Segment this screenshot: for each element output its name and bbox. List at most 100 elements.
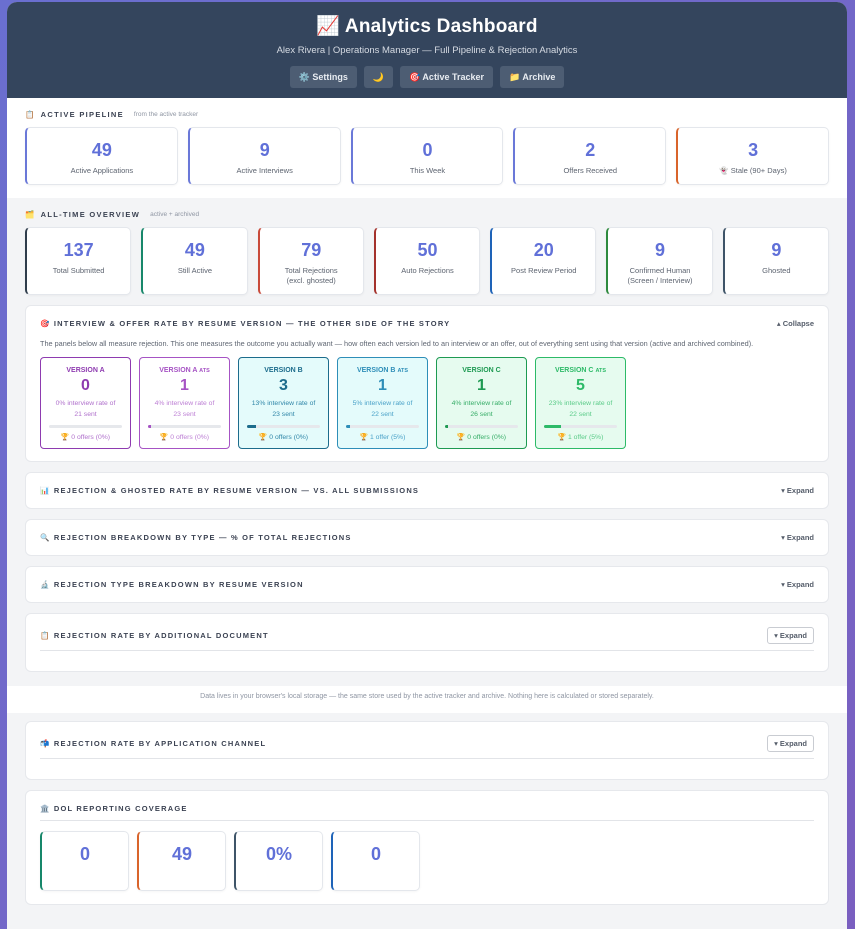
interview-rate: 5% interview rate of — [352, 400, 413, 407]
stat-label: Ghosted — [762, 266, 791, 275]
rejection-ghosted-rate-panel: 📊 REJECTION & GHOSTED RATE BY RESUME VER… — [25, 472, 829, 509]
interview-rate-bar — [247, 425, 320, 428]
interview-rate-bar — [346, 425, 419, 428]
offer-count: 🏆 0 offers (0%) — [258, 434, 309, 441]
stat-card: 79 Total Rejections (excl. ghosted) — [257, 227, 364, 295]
all-time-section: 🗂️ ALL-TIME OVERVIEW active + archived 1… — [7, 198, 847, 295]
expand-button[interactable]: ▾ Expand — [781, 486, 814, 495]
stat-label: Offers Received — [563, 166, 618, 175]
interview-rate: 23% interview rate of — [548, 400, 613, 407]
section-note: active + archived — [150, 211, 200, 218]
section-note: from the active tracker — [133, 111, 199, 118]
interview-count: 3 — [279, 377, 288, 394]
section-title: ACTIVE PIPELINE — [40, 110, 124, 119]
stat-card: 49 Still Active — [141, 227, 248, 295]
stat-value: 0% — [265, 844, 292, 864]
stat-label: Auto Rejections — [401, 266, 454, 275]
stat-label: Post Review Period — [511, 266, 577, 275]
expand-button[interactable]: ▾ Expand — [781, 533, 814, 542]
interview-rate-bar — [148, 425, 221, 428]
stat-card: 0% — [234, 831, 323, 891]
active-tracker-button[interactable]: 🎯 Active Tracker — [400, 66, 493, 88]
sent-count: 23 sent — [173, 410, 196, 418]
version-ats-tag: ATS — [397, 368, 409, 374]
version-card: VERSION C ATS 5 23% interview rate of 22 se… — [535, 357, 626, 449]
panel-title: 📋 REJECTION RATE BY ADDITIONAL DOCUMENT — [40, 631, 269, 640]
version-card: VERSION A ATS 1 4% interview rate of 23 sen… — [139, 357, 230, 449]
stat-card: 49 Active Applications — [25, 127, 178, 185]
offer-count: 🏆 0 offers (0%) — [456, 434, 507, 441]
stat-card: 20 Post Review Period — [490, 227, 597, 295]
stat-label: Still Active — [177, 266, 213, 275]
stat-value: 49 — [184, 240, 205, 260]
version-name: VERSION B — [356, 367, 396, 374]
sent-count: 22 sent — [371, 410, 394, 418]
stat-card: 0 This Week — [350, 127, 504, 185]
interview-rate-bar — [49, 425, 122, 428]
stat-value: 49 — [91, 140, 112, 160]
dark-mode-toggle-button[interactable]: 🌙 — [363, 66, 394, 88]
offer-count: 🏆 0 offers (0%) — [60, 434, 111, 441]
version-card: VERSION C 1 4% interview rate of 26 sent 🏆 … — [436, 357, 527, 449]
interview-rate-bar-fill — [544, 425, 561, 428]
stat-label: Total Submitted — [52, 266, 105, 275]
panel-title: 📬 REJECTION RATE BY APPLICATION CHANNEL — [40, 739, 267, 748]
version-name: VERSION A — [159, 367, 198, 374]
stat-value: 0 — [370, 844, 381, 864]
stat-value: 137 — [63, 240, 94, 260]
stat-label: 👻 Stale (90+ Days) — [719, 166, 787, 175]
dashboard-window: 📈 Analytics Dashboard Alex Rivera | Oper… — [7, 2, 847, 929]
divider — [40, 758, 814, 759]
offer-count: 🏆 1 offer (5%) — [557, 434, 604, 441]
interview-count: 0 — [81, 377, 90, 394]
version-name: VERSION A — [66, 367, 105, 374]
interview-rate-bar — [445, 425, 518, 428]
expand-button[interactable]: ▾ Expand — [767, 735, 814, 752]
stat-value: 20 — [533, 240, 554, 260]
sent-count: 23 sent — [272, 410, 295, 418]
stat-value: 50 — [417, 240, 438, 260]
stat-value: 3 — [748, 140, 759, 160]
stat-card: 0 — [40, 831, 129, 891]
expand-button[interactable]: ▾ Expand — [767, 627, 814, 644]
folder-icon: 🗂️ — [25, 210, 36, 219]
interview-rate: 13% interview rate of — [251, 400, 316, 407]
version-card: VERSION B 3 13% interview rate of 23 sent 🏆… — [238, 357, 329, 449]
offer-count: 🏆 0 offers (0%) — [159, 434, 210, 441]
version-name: VERSION B — [264, 367, 303, 374]
stat-value: 0 — [79, 844, 90, 864]
interview-count: 5 — [576, 377, 585, 394]
stat-card: 50 Auto Rejections — [373, 227, 481, 295]
interview-rate-bar-fill — [445, 425, 448, 428]
panel-title: 🎯 INTERVIEW & OFFER RATE BY RESUME VERSI… — [40, 319, 451, 328]
sent-count: 22 sent — [569, 410, 592, 418]
collapse-button[interactable]: ▴ Collapse — [777, 319, 814, 328]
rejection-breakdown-type-panel: 🔍 REJECTION BREAKDOWN BY TYPE — % OF TOT… — [25, 519, 829, 556]
expand-button[interactable]: ▾ Expand — [781, 580, 814, 589]
interview-rate-panel: 🎯 INTERVIEW & OFFER RATE BY RESUME VERSI… — [25, 305, 829, 462]
version-ats-tag: ATS — [595, 368, 607, 374]
stat-card: 9 Confirmed Human (Screen / Interview) — [606, 227, 713, 295]
stat-card: 2 Offers Received — [513, 127, 667, 185]
version-ats-tag: ATS — [199, 368, 210, 374]
stat-value: 79 — [301, 240, 322, 260]
interview-count: 1 — [477, 377, 486, 394]
archive-button[interactable]: 📁 Archive — [499, 66, 565, 88]
stat-card: 0 — [331, 831, 420, 891]
settings-button[interactable]: ⚙️ Settings — [289, 66, 357, 88]
stat-value: 9 — [655, 240, 666, 260]
interview-count: 1 — [180, 377, 189, 394]
stat-value: 9 — [771, 240, 782, 260]
version-name: VERSION C — [462, 367, 501, 374]
storage-note: Data lives in your browser's local stora… — [7, 686, 847, 713]
stat-card: 9 Active Interviews — [187, 127, 341, 185]
stat-value: 49 — [171, 844, 193, 864]
interview-rate-bar-fill — [148, 425, 151, 428]
stat-card: 3 👻 Stale (90+ Days) — [676, 127, 829, 185]
offer-count: 🏆 1 offer (5%) — [359, 434, 406, 441]
version-name: VERSION C — [554, 367, 594, 374]
version-card: VERSION B ATS 1 5% interview rate of 22 sen… — [337, 357, 428, 449]
sent-count: 21 sent — [74, 410, 97, 418]
divider — [40, 650, 814, 651]
application-channel-panel: 📬 REJECTION RATE BY APPLICATION CHANNEL ▾… — [25, 721, 829, 780]
